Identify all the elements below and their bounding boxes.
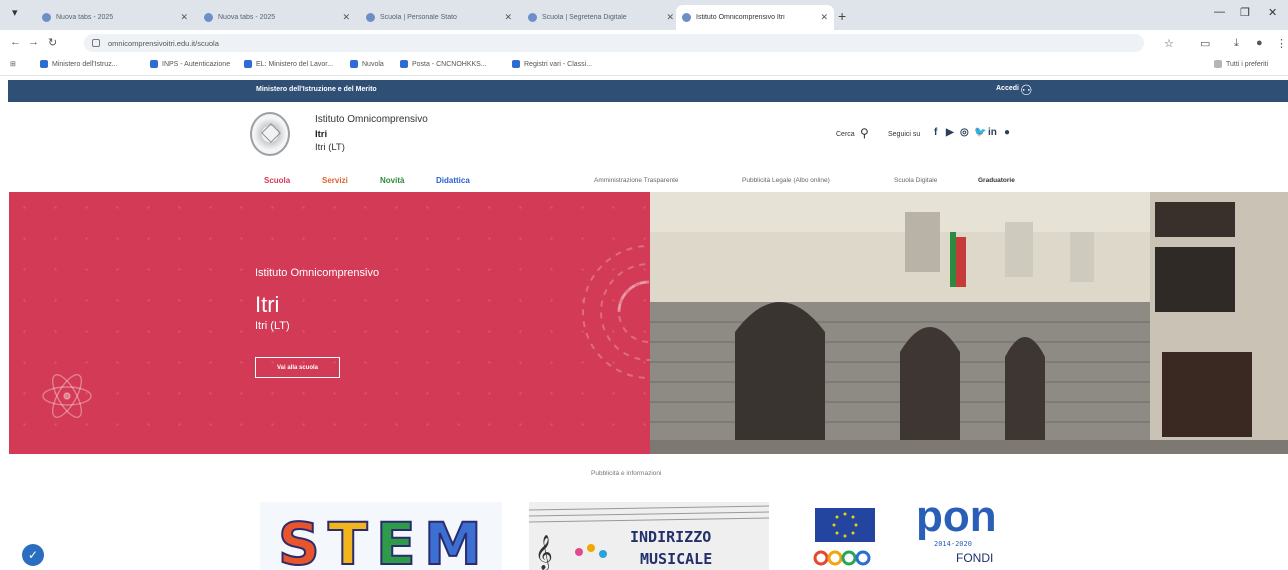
search-label[interactable]: Cerca <box>836 131 855 138</box>
bookmarks-bar: ⊞ Ministero dell'Istruz... INPS - Autent… <box>0 56 1288 76</box>
apps-icon[interactable]: ⊞ <box>10 60 16 68</box>
menu-icon[interactable]: ⋮ <box>1276 37 1287 50</box>
close-icon[interactable]: ✕ <box>180 12 188 23</box>
site-top-bar: Ministero dell'Istruzione e del Merito A… <box>8 80 1288 102</box>
school-building-photo <box>650 192 1288 454</box>
svg-text:𝄞: 𝄞 <box>535 535 553 570</box>
go-to-school-button[interactable]: Vai alla scuola <box>255 357 340 378</box>
linkedin-icon[interactable]: in <box>988 127 997 138</box>
bookmark-item[interactable]: Ministero dell'Istruz... <box>40 60 118 68</box>
window-close-icon[interactable]: ✕ <box>1268 6 1277 19</box>
bookmark-item[interactable]: Registri vari - Classi... <box>512 60 592 68</box>
pon-years: 2014-2020 <box>934 540 972 548</box>
sidebar-icon[interactable]: ▭ <box>1200 37 1210 50</box>
hero-banner: Istituto Omnicomprensivo Itri Itri (LT) … <box>9 192 650 454</box>
nav-amministrazione-trasparente[interactable]: Amministrazione Trasparente <box>594 177 679 184</box>
maximize-icon[interactable]: ❐ <box>1240 6 1250 19</box>
nav-didattica[interactable]: Didattica <box>436 176 470 185</box>
school-building-image <box>650 192 1288 454</box>
tab-title: Nuova tabs - 2025 <box>56 14 114 21</box>
url-field[interactable]: omnicomprensivoitri.edu.it/scuola <box>84 34 1144 52</box>
follow-label: Seguici su <box>888 131 921 138</box>
tab-title: Istituto Omnicomprensivo Itri <box>696 14 785 21</box>
telegram-icon[interactable]: ● <box>1004 127 1010 138</box>
profile-icon[interactable]: ● <box>1256 37 1263 49</box>
hero-place: Itri (LT) <box>255 320 290 332</box>
svg-text:E: E <box>376 510 416 570</box>
atom-icon <box>42 374 92 418</box>
back-icon[interactable]: ← <box>10 36 21 48</box>
browser-tab-5[interactable]: Istituto Omnicomprensivo Itri ✕ <box>676 5 834 30</box>
browser-tab-bar: ▾ Nuova tabs - 2025 ✕ Nuova tabs - 2025 … <box>0 0 1288 30</box>
reload-icon[interactable]: ↻ <box>48 36 57 49</box>
nav-novita[interactable]: Novità <box>380 176 404 185</box>
close-icon[interactable]: ✕ <box>820 12 828 23</box>
swirl-decoration-icon <box>582 245 650 379</box>
nav-scuola-digitale[interactable]: Scuola Digitale <box>894 177 937 184</box>
nav-graduatorie[interactable]: Graduatorie <box>978 177 1015 184</box>
site-header: Istituto Omnicomprensivo Itri Itri (LT) … <box>8 102 1288 192</box>
ministry-link[interactable]: Ministero dell'Istruzione e del Merito <box>256 86 377 93</box>
bookmark-item[interactable]: Nuvola <box>350 60 384 68</box>
favicon-icon <box>528 13 537 22</box>
institute-name[interactable]: Itri <box>315 129 327 140</box>
favicon-icon <box>682 13 691 22</box>
nav-scuola[interactable]: Scuola <box>264 176 290 185</box>
bookmark-item[interactable]: Posta - CNCNOHKKS... <box>400 60 487 68</box>
tab-title: Scuola | Segreteria Digitale <box>542 14 627 21</box>
browser-tab-3[interactable]: Scuola | Personale Stato ✕ <box>360 5 518 30</box>
browser-tab-1[interactable]: Nuova tabs - 2025 ✕ <box>36 5 194 30</box>
indirizzo-label: INDIRIZZO <box>630 528 712 546</box>
instagram-icon[interactable]: ◎ <box>960 127 969 138</box>
favicon-icon <box>42 13 51 22</box>
republic-emblem-logo[interactable] <box>250 112 290 156</box>
svg-text:S: S <box>278 510 320 570</box>
favicon-icon <box>366 13 375 22</box>
facebook-icon[interactable]: f <box>934 127 937 138</box>
pon-logo-text: pon <box>916 492 997 541</box>
nav-servizi[interactable]: Servizi <box>322 176 348 185</box>
stem-logo-icon: S T E M <box>260 502 502 570</box>
institute-type: Istituto Omnicomprensivo <box>315 114 428 125</box>
browser-tab-4[interactable]: Scuola | Segreteria Digitale ✕ <box>522 5 680 30</box>
hero-title: Itri <box>255 292 280 317</box>
nav-albo-online[interactable]: Pubblicità Legale (Albo online) <box>742 177 830 184</box>
tab-search-icon[interactable]: ▾ <box>12 6 18 19</box>
pon-fondi: FONDI <box>956 551 994 565</box>
favicon-icon <box>204 13 213 22</box>
lock-icon <box>92 39 100 47</box>
url-text: omnicomprensivoitri.edu.it/scuola <box>108 39 219 48</box>
star-icon[interactable]: ☆ <box>1164 37 1174 50</box>
browser-tab-2[interactable]: Nuova tabs - 2025 ✕ <box>198 5 356 30</box>
tab-title: Scuola | Personale Stato <box>380 14 457 21</box>
close-icon[interactable]: ✕ <box>666 12 674 23</box>
address-bar-row: ← → ↻ omnicomprensivoitri.edu.it/scuola … <box>0 30 1288 56</box>
section-title: Pubblicità e informazioni <box>591 470 662 477</box>
forward-icon[interactable]: → <box>28 36 39 48</box>
login-link[interactable]: Accedi <box>996 85 1019 92</box>
musicale-label: MUSICALE <box>640 550 713 568</box>
youtube-icon[interactable]: ▶ <box>946 127 954 138</box>
user-icon[interactable]: ⚇ <box>1020 82 1033 99</box>
search-icon[interactable]: ⚲ <box>860 126 869 140</box>
twitter-icon[interactable]: 🐦 <box>974 127 986 138</box>
stem-banner[interactable]: S T E M <box>260 502 502 570</box>
bookmark-item[interactable]: INPS - Autenticazione <box>150 60 230 68</box>
close-icon[interactable]: ✕ <box>504 12 512 23</box>
svg-text:T: T <box>328 510 368 570</box>
hero-subtitle: Istituto Omnicomprensivo <box>255 267 380 279</box>
all-bookmarks[interactable]: Tutti i preferiti <box>1214 60 1268 68</box>
institute-place: Itri (LT) <box>315 142 345 153</box>
minimize-icon[interactable]: — <box>1214 6 1225 18</box>
tab-title: Nuova tabs - 2025 <box>218 14 276 21</box>
accessibility-icon[interactable]: ✓ <box>22 544 44 566</box>
close-icon[interactable]: ✕ <box>342 12 350 23</box>
new-tab-icon[interactable]: + <box>838 8 846 24</box>
download-icon[interactable]: ⤓ <box>1234 37 1239 50</box>
bookmark-item[interactable]: EL: Ministero del Lavor... <box>244 60 333 68</box>
svg-text:M: M <box>424 510 482 570</box>
